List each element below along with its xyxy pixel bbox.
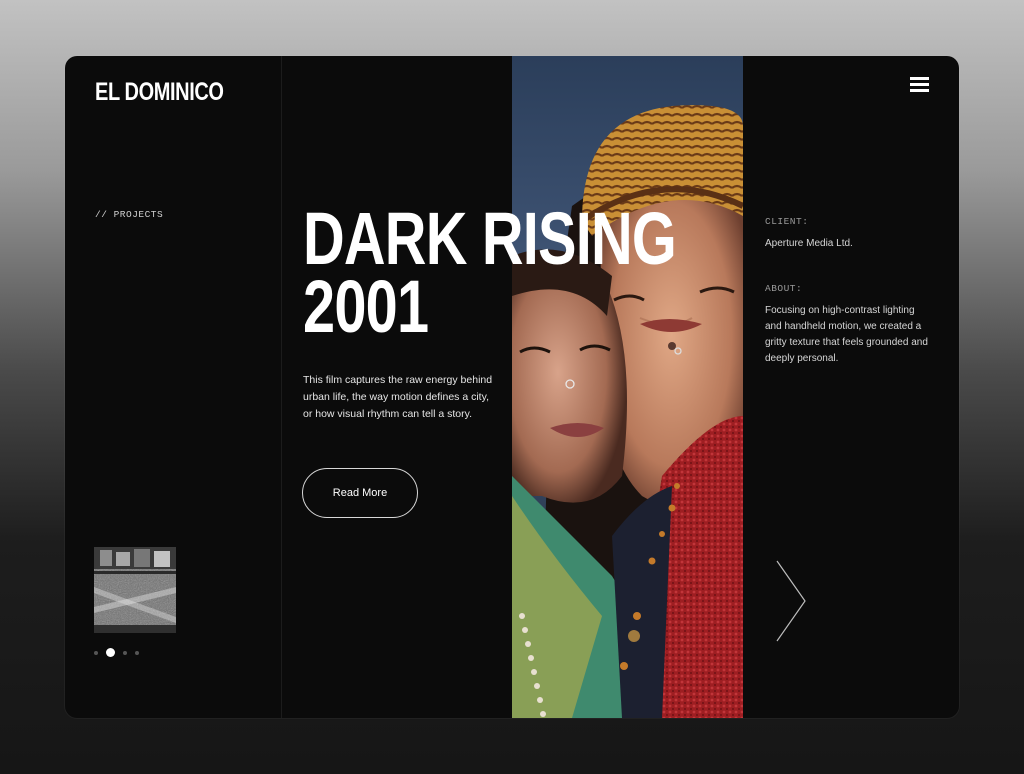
slider-dots: [94, 648, 139, 657]
hamburger-menu-icon[interactable]: [910, 77, 929, 93]
column-divider: [281, 56, 282, 718]
slider-dot[interactable]: [94, 650, 98, 655]
hero-title-line-1: DARK RISING: [303, 197, 677, 280]
hero-description: This film captures the raw energy behind…: [303, 374, 493, 420]
hero-title-line-2: 2001: [303, 265, 429, 348]
slider-dot[interactable]: [123, 650, 127, 655]
hero-photo: [512, 56, 743, 718]
client-value: Aperture Media Ltd.: [765, 238, 853, 249]
about-label: ABOUT:: [765, 283, 803, 294]
about-value: Focusing on high-contrast lighting and h…: [765, 305, 928, 364]
brand-logo[interactable]: EL DOMINICO: [95, 78, 224, 107]
chevron-right-icon[interactable]: [775, 559, 807, 643]
hero-title: DARK RISING 2001: [303, 197, 677, 348]
slider-dot[interactable]: [135, 650, 139, 655]
client-label: CLIENT:: [765, 216, 809, 227]
main-card: EL DOMINICO // PROJECTS DARK RISING 2001…: [65, 56, 959, 718]
read-more-button[interactable]: Read More: [302, 468, 418, 518]
slider-dot-active[interactable]: [106, 648, 115, 657]
projects-section-label: // PROJECTS: [95, 209, 164, 220]
project-thumbnail[interactable]: [94, 547, 176, 633]
